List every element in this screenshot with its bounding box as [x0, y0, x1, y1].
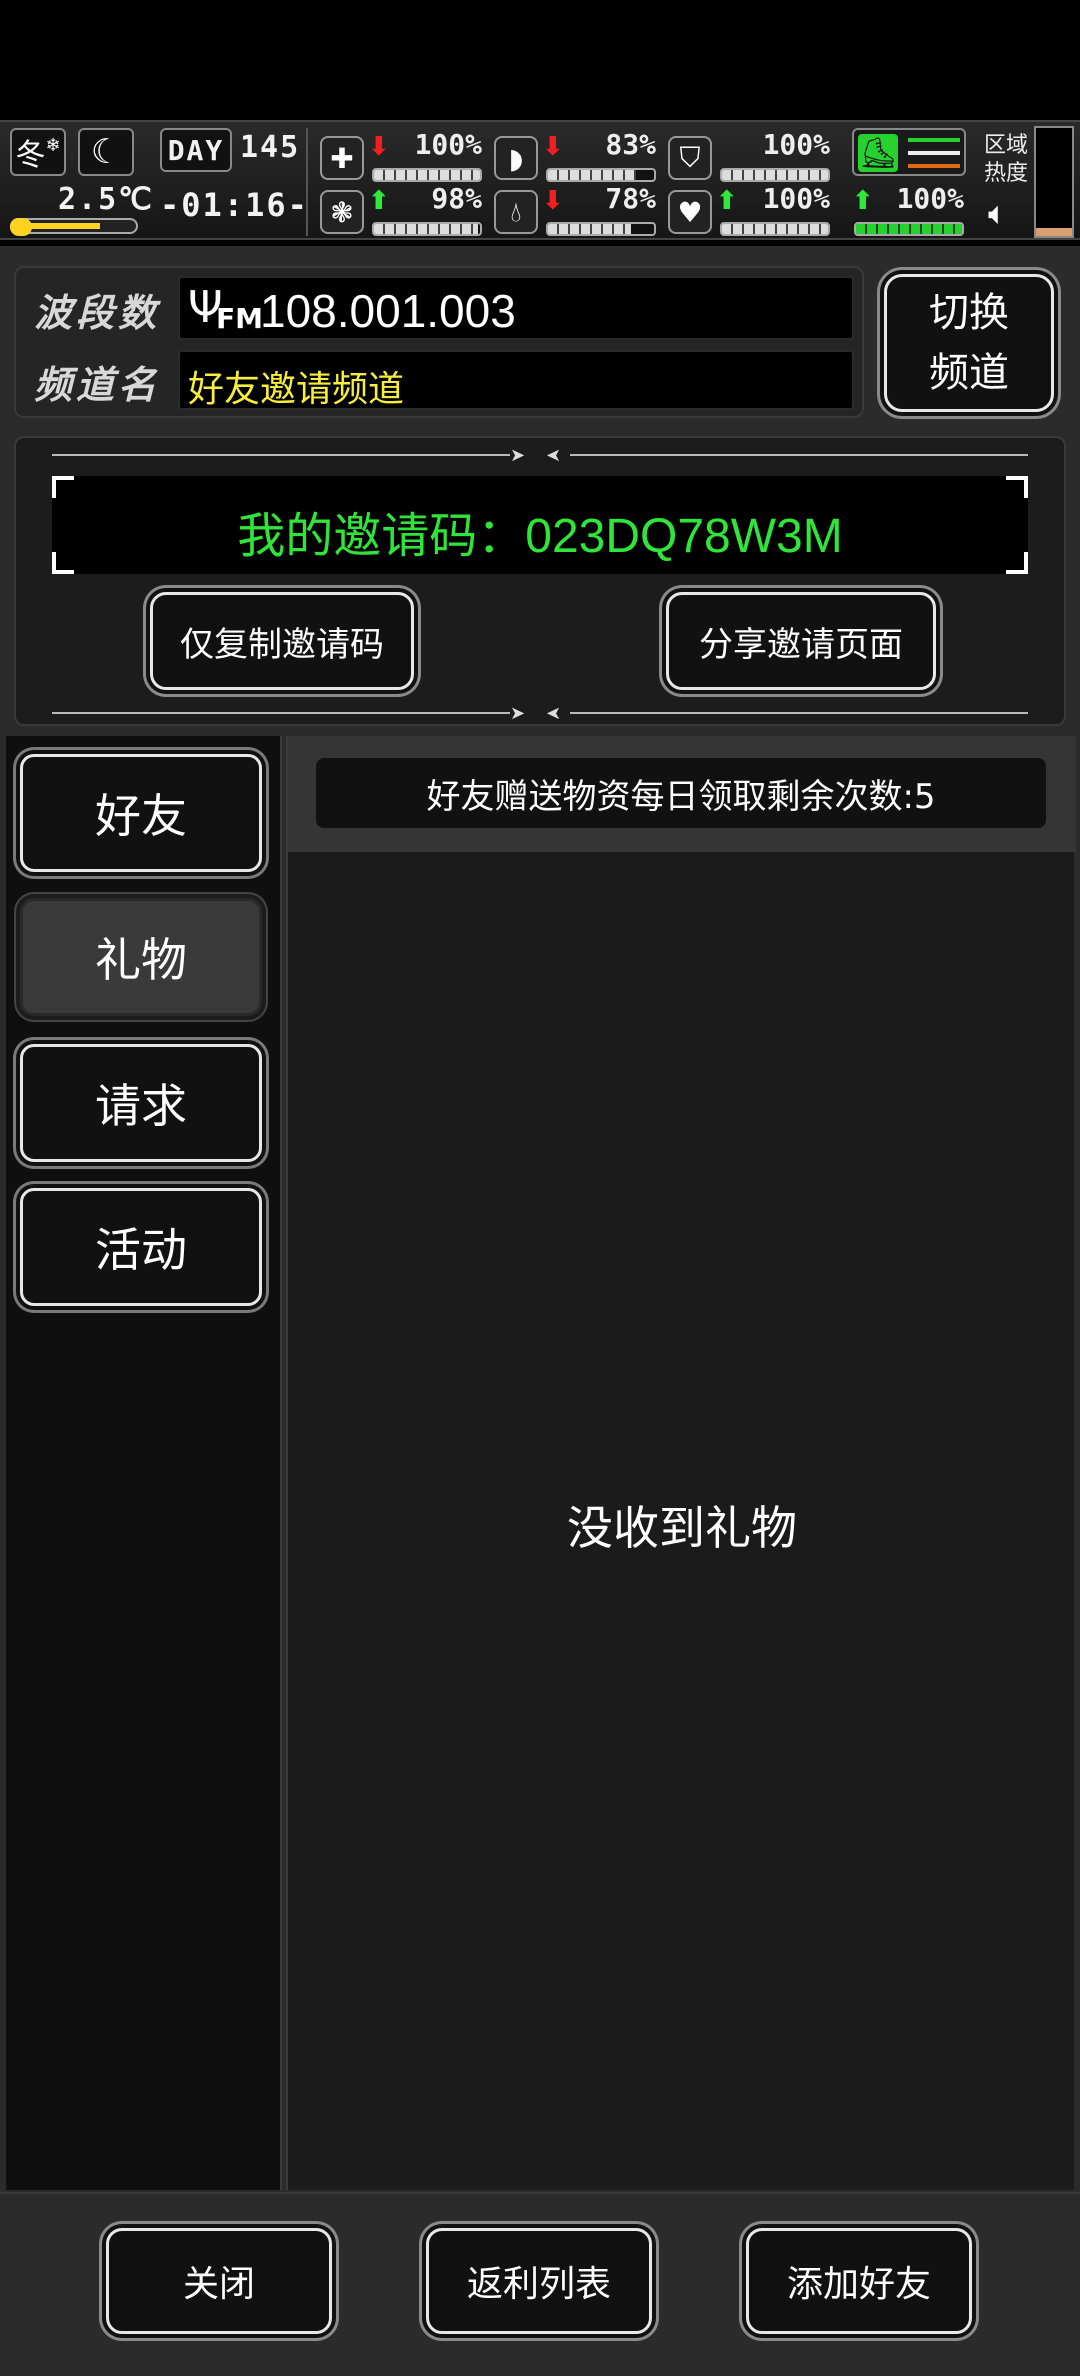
stat-hunger-bar: [548, 170, 636, 180]
stat-stamina-value: 100%: [896, 182, 964, 215]
daily-remaining-bar: 好友赠送物资每日领取剩余次数:5: [316, 758, 1046, 828]
temperature-gauge: [10, 218, 138, 236]
stat-health: ✚ ⬇ 100%: [320, 128, 484, 184]
snow-icon: ❄: [45, 134, 61, 156]
invite-code-box: 我的邀请码：023DQ78W3M: [52, 476, 1028, 574]
stomach-icon: ◗: [494, 136, 538, 180]
tab-gifts[interactable]: 礼物: [20, 898, 262, 1016]
stat-hunger-value: 83%: [605, 128, 656, 161]
moon-icon: ☾: [78, 128, 134, 176]
stat-armor: ⛉ 100%: [668, 128, 832, 184]
stat-mind-value: 98%: [431, 182, 482, 215]
tab-requests[interactable]: 请求: [20, 1044, 262, 1162]
zone-heat-label-line1: 区域: [984, 133, 1029, 158]
tab-gifts-label: 礼物: [95, 933, 187, 987]
zone-heat-level: [1036, 228, 1072, 236]
day-number: 145: [240, 130, 301, 165]
stat-stamina-bar: [856, 224, 962, 234]
stat-stamina: ⬆ 100%: [852, 182, 966, 238]
zone-heat-meter: [1034, 126, 1074, 238]
top-divider: ➤ ➤: [52, 445, 1028, 466]
status-bar: 冬 ❄ ☾ 2.5℃ DAY 145 -01:16- ✚ ⬇ 100% ◗ ⬇ 8…: [0, 120, 1080, 240]
share-invite-page-label: 分享邀请页面: [699, 624, 903, 665]
copy-invite-code-label: 仅复制邀请码: [180, 624, 384, 665]
brain-icon: ❃: [320, 190, 364, 234]
frequency-field: Ψ FM 108.001.003: [178, 276, 854, 340]
trend-up-icon: ⬆: [852, 186, 874, 216]
copy-invite-code-button[interactable]: 仅复制邀请码: [150, 592, 414, 690]
gift-content: 好友赠送物资每日领取剩余次数:5 没收到礼物: [286, 736, 1076, 2190]
gift-list[interactable]: 没收到礼物: [288, 852, 1076, 2190]
speaker-icon[interactable]: 🔈︎: [988, 194, 1007, 233]
stat-thirst-value: 78%: [605, 182, 656, 215]
trend-up-icon: ⬆: [368, 186, 390, 216]
temperature-marker-icon: [10, 218, 32, 236]
close-button[interactable]: 关闭: [106, 2228, 332, 2334]
switch-channel-line2: 频道: [929, 350, 1009, 396]
tab-events-label: 活动: [95, 1223, 187, 1277]
zone-heat-label: 区域 热度: [984, 132, 1028, 188]
shield-icon: ⛉: [668, 136, 712, 180]
tab-friends[interactable]: 好友: [20, 754, 262, 872]
stat-mind-bar: [374, 224, 478, 234]
radio-panel: 波段数 频道名 Ψ FM 108.001.003 好友邀请频道: [14, 266, 864, 418]
stat-thirst-bar: [548, 224, 631, 234]
share-invite-page-button[interactable]: 分享邀请页面: [666, 592, 936, 690]
temperature-fill: [30, 223, 100, 229]
day-label: DAY: [167, 133, 225, 167]
switch-channel-button[interactable]: 切换 频道: [884, 274, 1054, 412]
stat-armor-value: 100%: [762, 128, 830, 161]
frequency-value: 108.001.003: [260, 285, 516, 337]
heart-icon: ♥: [668, 190, 712, 234]
rebate-list-button-label: 返利列表: [466, 2264, 611, 2305]
rebate-list-button[interactable]: 返利列表: [426, 2228, 652, 2334]
tab-events[interactable]: 活动: [20, 1188, 262, 1306]
game-clock: -01:16-: [160, 186, 309, 224]
stat-thirst: 💧︎ ⬇ 78%: [494, 182, 658, 238]
trend-down-icon: ⬇: [542, 186, 564, 216]
bottom-divider: ➤ ➤: [52, 703, 1028, 724]
stat-health-value: 100%: [414, 128, 482, 161]
daily-remaining-text: 好友赠送物资每日领取剩余次数:5: [426, 776, 936, 817]
temperature-readout: 2.5℃: [58, 182, 154, 217]
status-separator: [306, 128, 308, 236]
close-button-label: 关闭: [182, 2264, 255, 2305]
stat-armor-bar: [722, 170, 828, 180]
stat-mind: ❃ ⬆ 98%: [320, 182, 484, 238]
boot-icon: ⛸: [858, 134, 898, 172]
tab-requests-label: 请求: [95, 1079, 187, 1133]
stamina-badge: ⛸: [852, 128, 966, 176]
water-drop-icon: 💧︎: [494, 190, 538, 234]
channel-name-value: 好友邀请频道: [188, 369, 405, 410]
add-friend-button[interactable]: 添加好友: [746, 2228, 972, 2334]
stat-mood-value: 100%: [762, 182, 830, 215]
switch-channel-line1: 切换: [929, 290, 1009, 336]
band-label: 波段数: [34, 291, 161, 335]
stat-mood: ♥ ⬆ 100%: [668, 182, 832, 238]
stat-mood-bar: [722, 224, 828, 234]
first-aid-icon: ✚: [320, 136, 364, 180]
season-label: 冬: [15, 138, 46, 173]
stamina-stripes: [908, 138, 960, 168]
stat-hunger: ◗ ⬇ 83%: [494, 128, 658, 184]
trend-down-icon: ⬇: [368, 132, 390, 162]
fm-label: FM: [216, 302, 263, 335]
day-badge: DAY: [160, 128, 232, 172]
channel-label: 频道名: [34, 363, 161, 407]
stat-health-bar: [374, 170, 480, 180]
trend-down-icon: ⬇: [542, 132, 564, 162]
invite-code-text: 我的邀请码：023DQ78W3M: [237, 510, 843, 563]
zone-heat-label-line2: 热度: [984, 161, 1029, 186]
tab-friends-label: 好友: [95, 789, 187, 843]
season-badge: 冬 ❄: [10, 128, 66, 176]
channel-name-field: 好友邀请频道: [178, 350, 854, 410]
add-friend-button-label: 添加好友: [786, 2264, 931, 2305]
trend-up-icon: ⬆: [716, 186, 738, 216]
empty-state-text: 没收到礼物: [567, 1501, 797, 1555]
